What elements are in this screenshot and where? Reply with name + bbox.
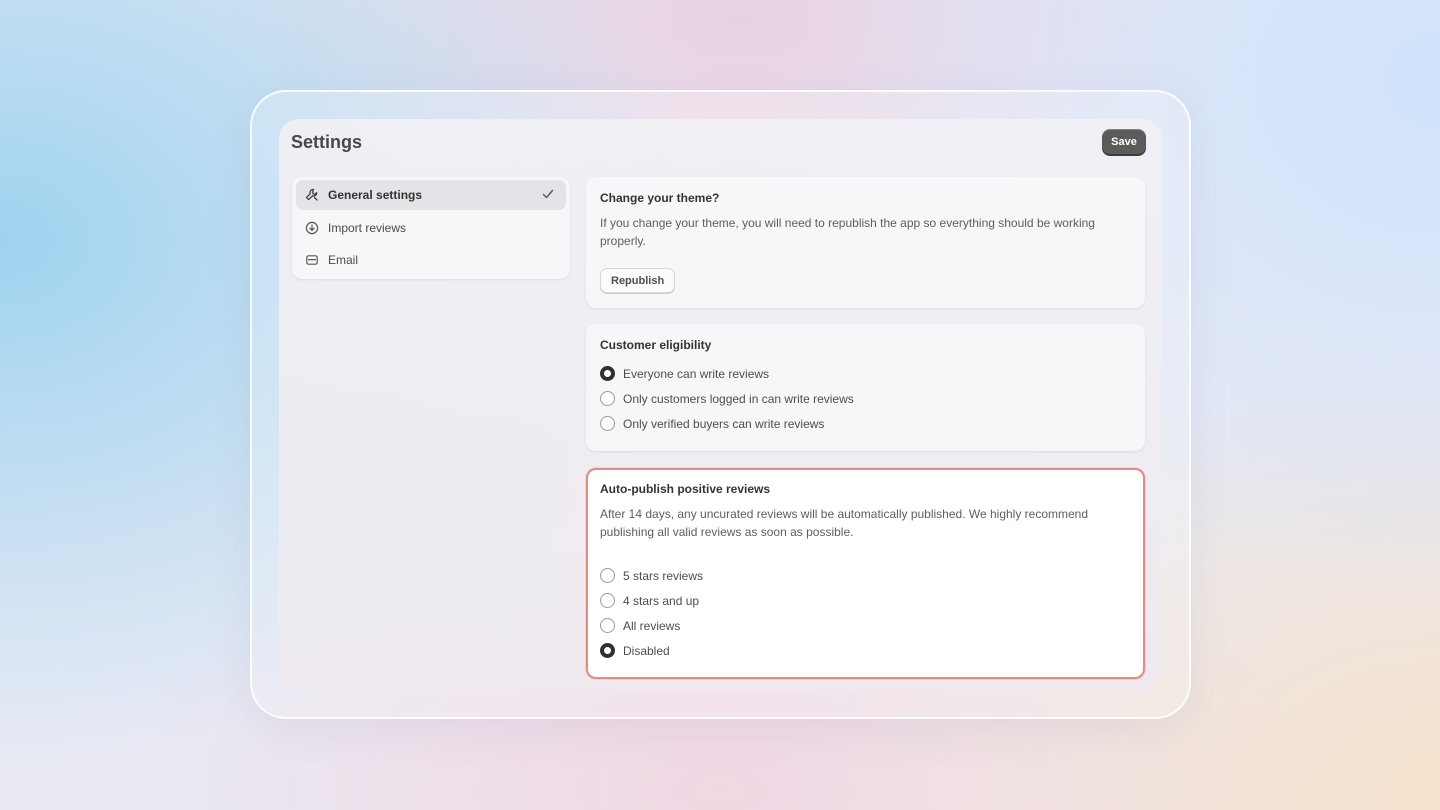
- envelope-icon: [304, 252, 320, 268]
- radio-button[interactable]: [600, 391, 615, 406]
- radio-label: 4 stars and up: [623, 593, 700, 608]
- radio-label: Only verified buyers can write reviews: [623, 416, 825, 431]
- checkmark-icon: [541, 187, 557, 203]
- radio-option-disabled[interactable]: Disabled: [600, 638, 1131, 663]
- customer-eligibility-card: Customer eligibility Everyone can write …: [586, 324, 1145, 451]
- radio-button[interactable]: [600, 618, 615, 633]
- radio-button[interactable]: [600, 568, 615, 583]
- sidebar-item-label: General settings: [328, 188, 423, 202]
- settings-panel: Settings Save General settings Import re…: [279, 119, 1162, 690]
- sidebar-item-label: Email: [328, 253, 359, 267]
- card-description: After 14 days, any uncurated reviews wil…: [600, 507, 1089, 539]
- republish-button[interactable]: Republish: [600, 268, 676, 293]
- card-title: Auto-publish positive reviews: [600, 482, 771, 496]
- radio-button[interactable]: [600, 366, 615, 381]
- radio-button[interactable]: [600, 643, 615, 658]
- sidebar-item-label: Import reviews: [328, 220, 407, 235]
- sidebar-item-general-settings[interactable]: General settings: [296, 180, 566, 210]
- card-title: Change your theme?: [600, 191, 720, 205]
- radio-option-logged-in[interactable]: Only customers logged in can write revie…: [600, 386, 1131, 411]
- radio-label: Disabled: [623, 643, 670, 658]
- radio-button[interactable]: [600, 593, 615, 608]
- sidebar-item-email[interactable]: Email: [296, 245, 566, 275]
- eligibility-radio-group: Everyone can write reviews Only customer…: [600, 361, 1131, 436]
- radio-option-all-reviews[interactable]: All reviews: [600, 613, 1131, 638]
- radio-option-verified-buyers[interactable]: Only verified buyers can write reviews: [600, 411, 1131, 436]
- radio-option-4-stars-up[interactable]: 4 stars and up: [600, 588, 1131, 613]
- auto-publish-radio-group: 5 stars reviews 4 stars and up All revie…: [600, 563, 1131, 663]
- radio-option-everyone[interactable]: Everyone can write reviews: [600, 361, 1131, 386]
- save-button[interactable]: Save: [1102, 129, 1146, 154]
- radio-label: All reviews: [623, 618, 681, 633]
- wrench-icon: [304, 187, 320, 203]
- radio-label: 5 stars reviews: [623, 568, 704, 583]
- page-title: Settings: [291, 132, 363, 152]
- card-title: Customer eligibility: [600, 338, 712, 352]
- card-description: If you change your theme, you will need …: [600, 216, 1095, 248]
- download-circle-icon: [304, 220, 320, 236]
- settings-sidebar: General settings Import reviews Email: [292, 177, 570, 279]
- auto-publish-card: Auto-publish positive reviews After 14 d…: [586, 468, 1145, 679]
- change-theme-card: Change your theme? If you change your th…: [586, 177, 1145, 308]
- radio-button[interactable]: [600, 416, 615, 431]
- radio-label: Only customers logged in can write revie…: [623, 391, 854, 406]
- radio-option-5-stars[interactable]: 5 stars reviews: [600, 563, 1131, 588]
- sidebar-item-import-reviews[interactable]: Import reviews: [296, 213, 566, 243]
- radio-label: Everyone can write reviews: [623, 366, 770, 381]
